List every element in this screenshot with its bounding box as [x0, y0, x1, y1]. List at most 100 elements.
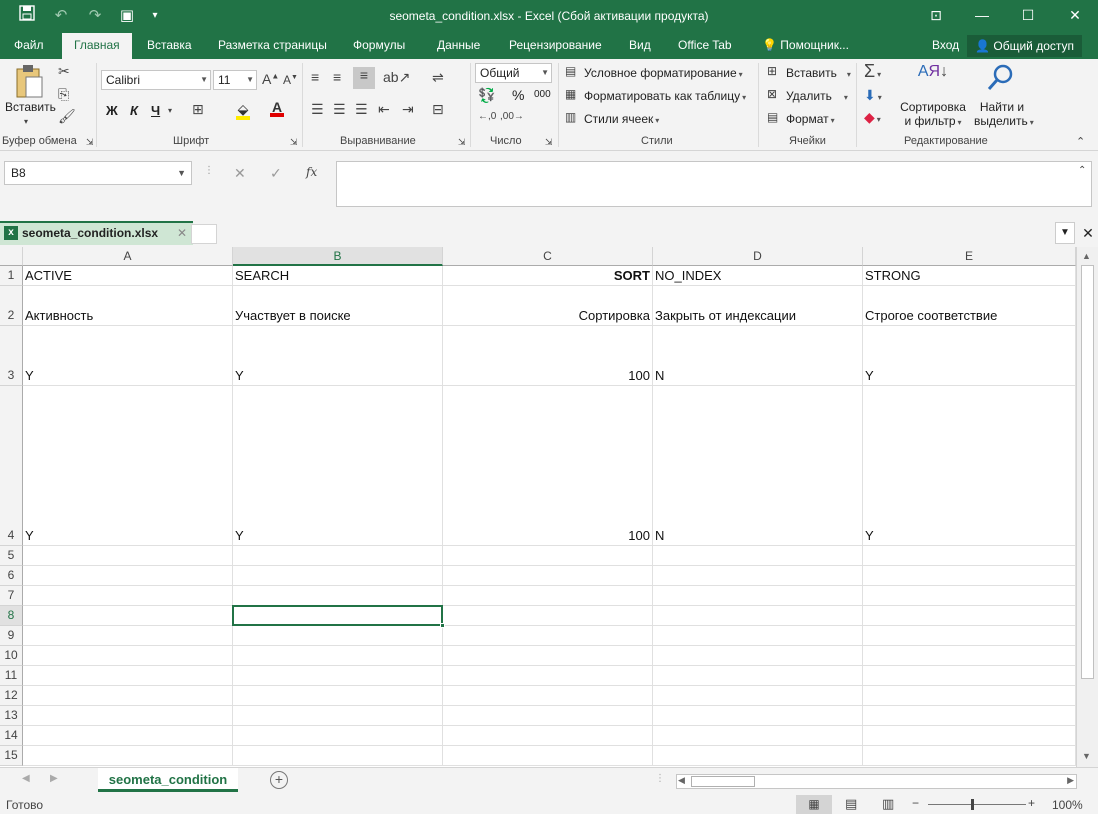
cell-c4[interactable]: 100: [443, 386, 653, 546]
cell-d12[interactable]: [653, 686, 863, 706]
chevron-down-icon[interactable]: ▼: [177, 162, 186, 184]
cell-e1[interactable]: STRONG: [863, 266, 1076, 286]
align-middle-icon[interactable]: ≡: [333, 69, 341, 85]
scroll-left-icon[interactable]: ◀: [678, 775, 685, 786]
increase-indent-icon[interactable]: ⇥: [402, 101, 414, 118]
cell-e5[interactable]: [863, 546, 1076, 566]
cell-b15[interactable]: [233, 746, 443, 766]
cell-a8[interactable]: [23, 606, 233, 626]
tell-me-box[interactable]: 💡 Помощник...: [762, 33, 849, 59]
cell-a3[interactable]: Y: [23, 326, 233, 386]
fill-icon[interactable]: ⬇ ▾: [864, 87, 882, 104]
font-size-combo[interactable]: 11 ▼: [213, 70, 257, 90]
row-header-7[interactable]: 7: [0, 586, 23, 606]
tab-data[interactable]: Данные: [437, 33, 480, 59]
insert-function-button[interactable]: fx: [306, 165, 317, 179]
cell-a14[interactable]: [23, 726, 233, 746]
cell-d13[interactable]: [653, 706, 863, 726]
paste-button[interactable]: Вставить: [5, 100, 56, 114]
cell-b7[interactable]: [233, 586, 443, 606]
cell-d8[interactable]: [653, 606, 863, 626]
sign-in-link[interactable]: Вход: [932, 33, 959, 59]
cell-b13[interactable]: [233, 706, 443, 726]
cell-e7[interactable]: [863, 586, 1076, 606]
cell-a4[interactable]: Y: [23, 386, 233, 546]
cell-e10[interactable]: [863, 646, 1076, 666]
cell-e12[interactable]: [863, 686, 1076, 706]
row-header-8[interactable]: 8: [0, 606, 23, 626]
tab-insert[interactable]: Вставка: [147, 33, 192, 59]
document-tab[interactable]: x seometa_condition.xlsx ✕: [0, 221, 193, 245]
cell-c12[interactable]: [443, 686, 653, 706]
cell-a11[interactable]: [23, 666, 233, 686]
normal-view-icon[interactable]: ▦: [796, 795, 832, 814]
paste-icon[interactable]: [12, 63, 46, 99]
merge-center-icon[interactable]: ⊟: [432, 101, 444, 118]
cell-c7[interactable]: [443, 586, 653, 606]
close-all-icon[interactable]: ✕: [1078, 222, 1098, 244]
copy-icon[interactable]: ⎘: [58, 86, 69, 103]
delete-cells-button[interactable]: Удалить ▾: [786, 89, 848, 103]
align-right-icon[interactable]: ☰: [355, 101, 368, 118]
zoom-slider-track[interactable]: [928, 804, 1026, 805]
page-layout-view-icon[interactable]: ▤: [845, 796, 857, 812]
cell-d15[interactable]: [653, 746, 863, 766]
bold-button[interactable]: Ж: [106, 103, 118, 118]
cell-c13[interactable]: [443, 706, 653, 726]
underline-dropdown-icon[interactable]: ▾: [168, 106, 172, 115]
format-painter-icon[interactable]: 🖌: [58, 108, 76, 125]
wrap-text-icon[interactable]: ⇌: [432, 69, 444, 86]
row-header-12[interactable]: 12: [0, 686, 23, 706]
cell-c14[interactable]: [443, 726, 653, 746]
column-header-c[interactable]: C: [443, 247, 653, 266]
cell-b6[interactable]: [233, 566, 443, 586]
cell-c15[interactable]: [443, 746, 653, 766]
tab-page-layout[interactable]: Разметка страницы: [218, 33, 327, 59]
close-button[interactable]: ✕: [1052, 0, 1098, 30]
row-header-1[interactable]: 1: [0, 266, 23, 286]
font-launcher-icon[interactable]: ⇲: [290, 137, 298, 148]
name-box[interactable]: B8 ▼: [4, 161, 192, 185]
vertical-scrollbar[interactable]: ▲ ▼: [1076, 247, 1098, 767]
tab-office-tab[interactable]: Office Tab: [678, 33, 732, 59]
scroll-right-icon[interactable]: ▶: [1067, 775, 1074, 786]
insert-cells-button[interactable]: Вставить ▾: [786, 66, 851, 80]
find-select-icon[interactable]: [985, 63, 1015, 97]
currency-icon[interactable]: 💱: [478, 87, 495, 104]
enter-icon[interactable]: ✓: [270, 165, 282, 182]
conditional-formatting-button[interactable]: Условное форматирование ▾: [584, 66, 743, 80]
format-as-table-button[interactable]: Форматировать как таблицу ▾: [584, 89, 746, 103]
thousands-button[interactable]: 000: [534, 89, 551, 100]
spreadsheet-grid[interactable]: A B C D E 1 ACTIVE SEARCH SORT NO_INDEX STRON…: [0, 247, 1076, 767]
column-header-b[interactable]: B: [233, 247, 443, 266]
row-header-4[interactable]: 4: [0, 386, 23, 546]
tab-file[interactable]: Файл: [14, 33, 44, 59]
align-center-icon[interactable]: ☰: [333, 101, 346, 118]
cell-d1[interactable]: NO_INDEX: [653, 266, 863, 286]
tab-view[interactable]: Вид: [629, 33, 651, 59]
cell-c5[interactable]: [443, 546, 653, 566]
formula-input[interactable]: [336, 161, 1092, 207]
find-select-button[interactable]: Найти и выделить ▾: [974, 100, 1034, 128]
borders-icon[interactable]: ⊞: [192, 101, 204, 118]
horizontal-scrollbar[interactable]: ◀ ▶: [676, 774, 1077, 789]
cell-b2[interactable]: Участвует в поиске: [233, 286, 443, 326]
cell-b4[interactable]: Y: [233, 386, 443, 546]
italic-button[interactable]: К: [130, 103, 138, 118]
next-sheet-icon[interactable]: ▶: [50, 773, 58, 784]
cell-c9[interactable]: [443, 626, 653, 646]
cell-d10[interactable]: [653, 646, 863, 666]
cell-a1[interactable]: ACTIVE: [23, 266, 233, 286]
cell-e2[interactable]: Строгое соответствие: [863, 286, 1076, 326]
cell-b9[interactable]: [233, 626, 443, 646]
page-break-view-icon[interactable]: ▥: [882, 796, 894, 812]
cell-b5[interactable]: [233, 546, 443, 566]
cell-d7[interactable]: [653, 586, 863, 606]
cell-d6[interactable]: [653, 566, 863, 586]
cell-b3[interactable]: Y: [233, 326, 443, 386]
ribbon-display-icon[interactable]: ⊡: [913, 0, 959, 30]
zoom-in-icon[interactable]: +: [1028, 796, 1035, 810]
grow-font-icon[interactable]: A▲: [262, 71, 279, 87]
column-header-a[interactable]: A: [23, 247, 233, 266]
close-tab-icon[interactable]: ✕: [177, 223, 187, 243]
